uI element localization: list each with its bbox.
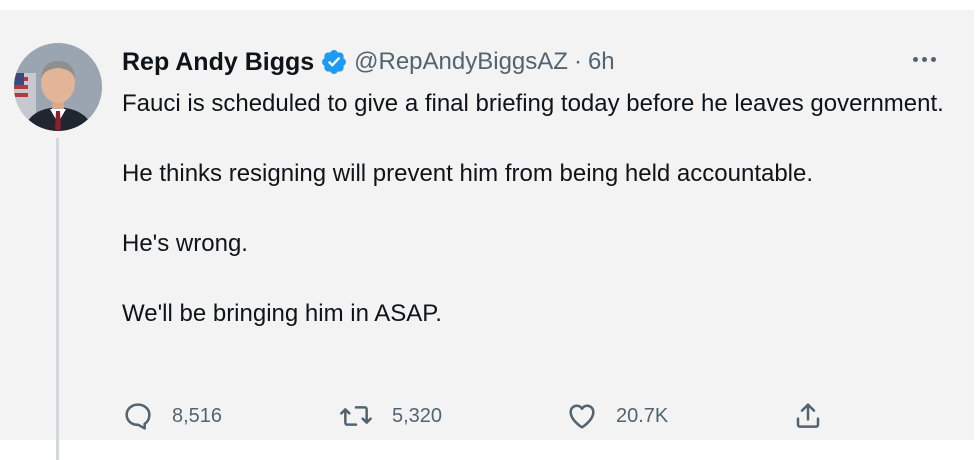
- tweet-text: Fauci is scheduled to give a final brief…: [122, 86, 962, 331]
- header-separator: ·: [573, 48, 582, 75]
- more-dot: [912, 56, 918, 62]
- like-count: 20.7K: [616, 404, 669, 427]
- share-icon: [792, 400, 824, 432]
- tweet-paragraph: Fauci is scheduled to give a final brief…: [122, 90, 944, 117]
- reply-button[interactable]: 8,516: [122, 396, 222, 436]
- verified-badge-icon: [320, 48, 348, 76]
- thread-line: [56, 138, 59, 460]
- tweet-paragraph: He thinks resigning will prevent him fro…: [122, 160, 814, 187]
- avatar-image: [14, 43, 102, 131]
- tweet-header: Rep Andy Biggs @RepAndyBiggsAZ · 6h: [122, 46, 615, 78]
- reply-count: 8,516: [172, 404, 223, 427]
- reply-icon: [122, 400, 154, 432]
- more-dot: [921, 56, 927, 62]
- tweet-actions: 8,516 5,320 20.7K: [122, 396, 842, 436]
- retweet-button[interactable]: 5,320: [338, 396, 442, 436]
- tweet-timestamp[interactable]: 6h: [588, 48, 615, 76]
- share-button[interactable]: [792, 396, 824, 436]
- more-dots-icon[interactable]: [906, 48, 942, 70]
- tweet-paragraph: We'll be bringing him in ASAP.: [122, 300, 442, 327]
- avatar[interactable]: [14, 43, 102, 131]
- retweet-icon: [338, 400, 374, 432]
- heart-icon: [566, 400, 598, 432]
- retweet-count: 5,320: [392, 404, 443, 427]
- tweet-card[interactable]: Rep Andy Biggs @RepAndyBiggsAZ · 6h Fauc…: [0, 10, 974, 460]
- author-handle[interactable]: @RepAndyBiggsAZ: [354, 48, 568, 76]
- like-button[interactable]: 20.7K: [566, 396, 668, 436]
- author-display-name[interactable]: Rep Andy Biggs: [122, 48, 314, 77]
- tweet-paragraph: He's wrong.: [122, 230, 248, 257]
- more-dot: [930, 56, 936, 62]
